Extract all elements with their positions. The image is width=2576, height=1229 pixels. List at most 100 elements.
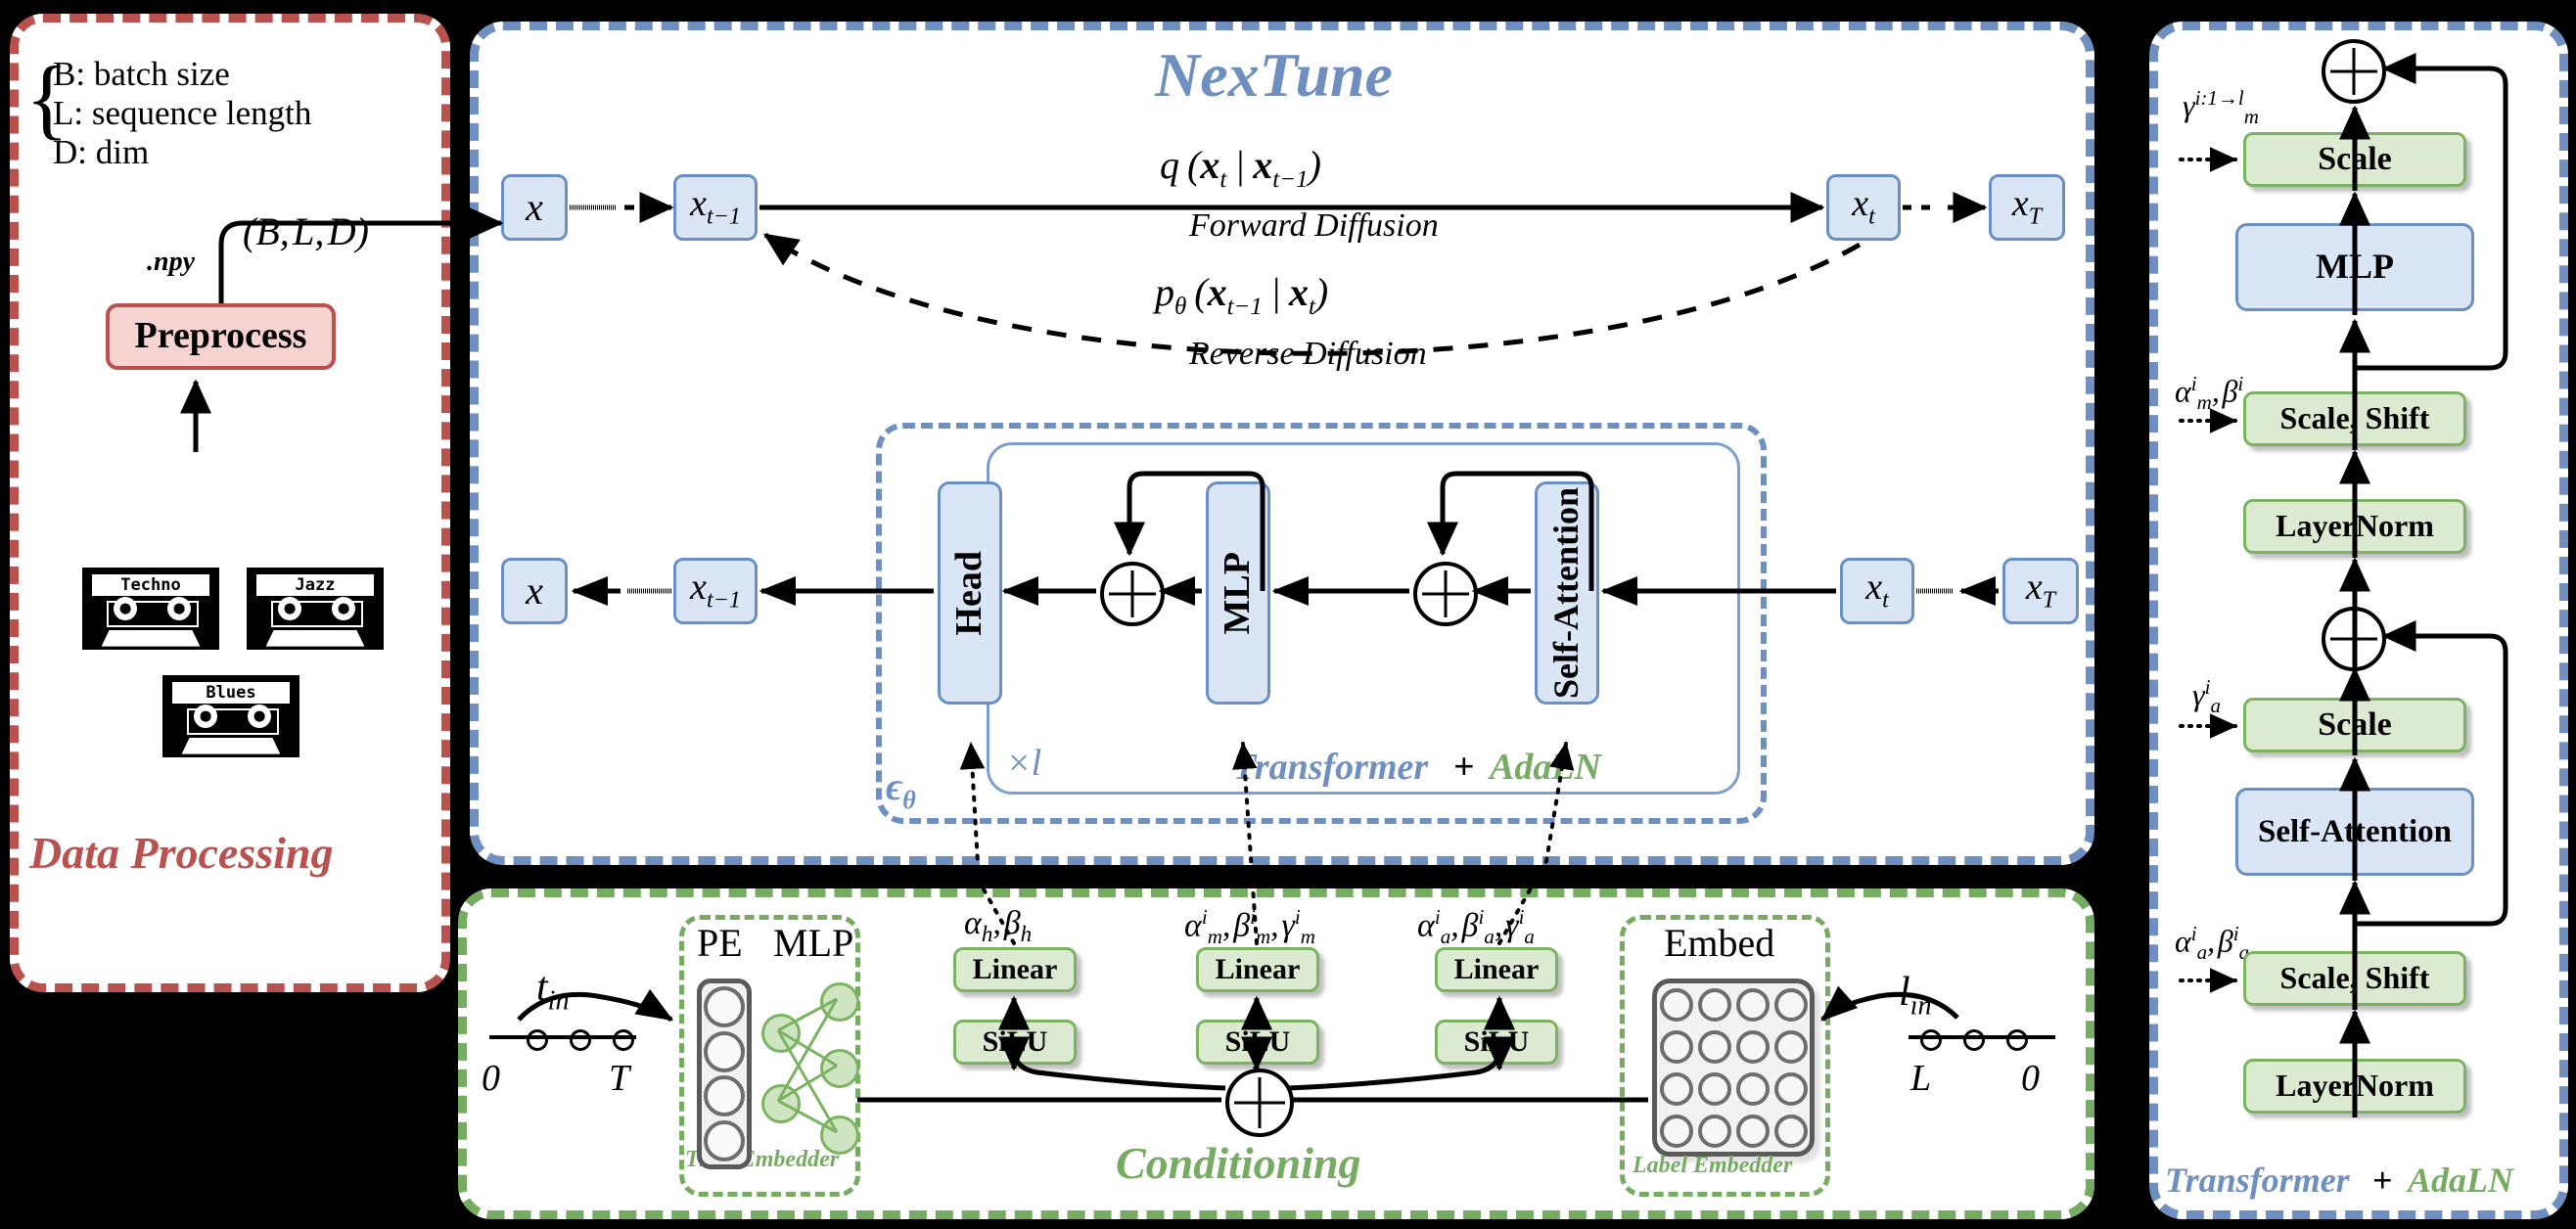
diagram-canvas: { B: batch size L: sequence length D: di… [0, 0, 2576, 1229]
cassette-reel-right [166, 597, 191, 620]
param-gamma-a: γia [2192, 675, 2221, 718]
adaln-scale-shift-mlp[interactable]: Scale, Shift [2243, 391, 2466, 446]
pe-cell [704, 986, 745, 1028]
reverse-label: Reverse Diffusion [1189, 336, 1427, 372]
branch-attn-silu[interactable]: SiLU [1435, 1020, 1558, 1065]
cassette-label: Techno [91, 573, 210, 596]
adaln-scale-shift-attn[interactable]: Scale, Shift [2243, 951, 2466, 1006]
caption-label-embedder: Label Embedder [1633, 1153, 1793, 1178]
caption-adaln-plus: + [2372, 1161, 2393, 1200]
eps-theta-label: ϵθ [886, 764, 916, 814]
param-gamma-m: γi:1→lm [2183, 86, 2259, 129]
embed-cell [1697, 1029, 1731, 1064]
inner-caption-transformer: Transformer [1233, 747, 1429, 788]
time-embedder-pe-header: PE [697, 921, 743, 965]
embed-cell [1697, 987, 1731, 1022]
mlp-node [820, 1115, 859, 1155]
adaln-self-attention[interactable]: Self-Attention [2235, 788, 2474, 876]
panel-transformer-repeat [987, 442, 1740, 795]
adaln-layernorm-attn[interactable]: LayerNorm [2243, 1059, 2466, 1114]
adaln-scale-mlp-label: Scale [2318, 141, 2392, 178]
label-axis-dot [1963, 1029, 1985, 1051]
embed-cell [1773, 1071, 1808, 1106]
pe-cell [704, 1030, 745, 1072]
branch-head-silu[interactable]: SiLU [953, 1020, 1077, 1065]
embed-cell [1659, 1029, 1693, 1064]
cassette-reel-right [247, 705, 271, 728]
label-axis-end: 0 [2021, 1058, 2040, 1099]
node-xT-bottom: xT [2002, 558, 2079, 624]
branch-mlp-linear-label: Linear [1215, 953, 1301, 986]
inner-caption-adaln: AdaLN [1490, 747, 1601, 788]
residual-add-attn [1413, 562, 1478, 626]
inner-caption-plus: + [1453, 747, 1475, 788]
node-xt-bottom: xt [1840, 558, 1914, 624]
mlp-node [820, 1049, 859, 1088]
branch-head-silu-label: SiLU [982, 1025, 1048, 1059]
block-self-attention-label: Self-Attention [1546, 487, 1587, 699]
block-self-attention[interactable]: Self-Attention [1535, 481, 1599, 705]
label-axis-dot [2006, 1029, 2028, 1051]
preprocess-box[interactable]: Preprocess [106, 303, 336, 370]
time-axis-dot [527, 1029, 548, 1051]
params-head: αh, βh [964, 905, 1033, 946]
embed-cell [1773, 1029, 1808, 1064]
branch-attn-linear[interactable]: Linear [1435, 947, 1558, 992]
embed-cell [1697, 1071, 1731, 1106]
param-alpha-beta-a: αia, βia [2175, 922, 2250, 965]
embedding-table [1652, 979, 1815, 1157]
adaln-layernorm-attn-label: LayerNorm [2276, 1068, 2434, 1104]
embed-cell [1735, 1114, 1770, 1148]
embed-cell [1735, 1071, 1770, 1106]
cassette-base [101, 629, 201, 647]
block-mlp[interactable]: MLP [1206, 481, 1270, 705]
caption-adaln-transformer: Transformer [2165, 1161, 2350, 1200]
node-xt-top: xt [1826, 174, 1901, 241]
adaln-scale-mlp[interactable]: Scale [2243, 132, 2466, 187]
node-x-bottom: x [501, 558, 568, 624]
mlp-node [820, 982, 859, 1022]
mlp-node [761, 1014, 801, 1053]
adaln-scale-shift-mlp-label: Scale, Shift [2279, 400, 2430, 436]
forward-formula: q (xt | xt−1) [1160, 143, 1321, 193]
adaln-layernorm-mlp-label: LayerNorm [2276, 508, 2434, 544]
embed-cell [1735, 1029, 1770, 1064]
params-attn: αia, βia, γia [1417, 905, 1535, 949]
block-head[interactable]: Head [938, 481, 1002, 705]
embed-cell [1773, 1114, 1808, 1148]
adaln-scale-attn[interactable]: Scale [2243, 698, 2466, 752]
cassette-jazz: Jazz [247, 568, 384, 650]
positional-encoding-column [697, 979, 752, 1169]
preprocess-label: Preprocess [134, 315, 307, 357]
cassette-base [181, 737, 281, 754]
mlp-node [761, 1084, 801, 1123]
cassette-label: Blues [171, 681, 291, 704]
time-axis-dot [613, 1029, 634, 1051]
branch-mlp-linear[interactable]: Linear [1196, 947, 1319, 992]
legend-item-b: B: batch size [53, 55, 230, 93]
pe-cell [704, 1119, 745, 1161]
caption-conditioning: Conditioning [1116, 1138, 1361, 1188]
cassette-reel-left [278, 597, 302, 620]
branch-mlp-silu-label: SiLU [1224, 1025, 1291, 1059]
branch-mlp-silu[interactable]: SiLU [1196, 1020, 1319, 1065]
block-mlp-label: MLP [1217, 551, 1259, 635]
branch-head-linear[interactable]: Linear [953, 947, 1077, 992]
adaln-layernorm-mlp[interactable]: LayerNorm [2243, 499, 2466, 554]
caption-adaln-adaln: AdaLN [2408, 1161, 2513, 1200]
embed-cell [1659, 1114, 1693, 1148]
node-x-top: x [501, 174, 568, 241]
node-xt-1-bottom: xt−1 [673, 558, 758, 624]
adaln-scale-shift-attn-label: Scale, Shift [2279, 960, 2430, 996]
legend-item-d: D: dim [53, 133, 150, 171]
repeat-label: ×l [1006, 743, 1042, 784]
branch-attn-silu-label: SiLU [1463, 1025, 1530, 1059]
embed-cell [1659, 987, 1693, 1022]
adaln-mlp[interactable]: MLP [2235, 223, 2474, 311]
page-title: NexTune [1155, 40, 1393, 110]
adaln-add-attn [2322, 607, 2386, 671]
time-axis-dot [570, 1029, 591, 1051]
cassette-techno: Techno [82, 568, 219, 650]
cassette-reel-left [114, 597, 138, 620]
reverse-formula: pθ (xt−1 | xt) [1155, 270, 1329, 320]
